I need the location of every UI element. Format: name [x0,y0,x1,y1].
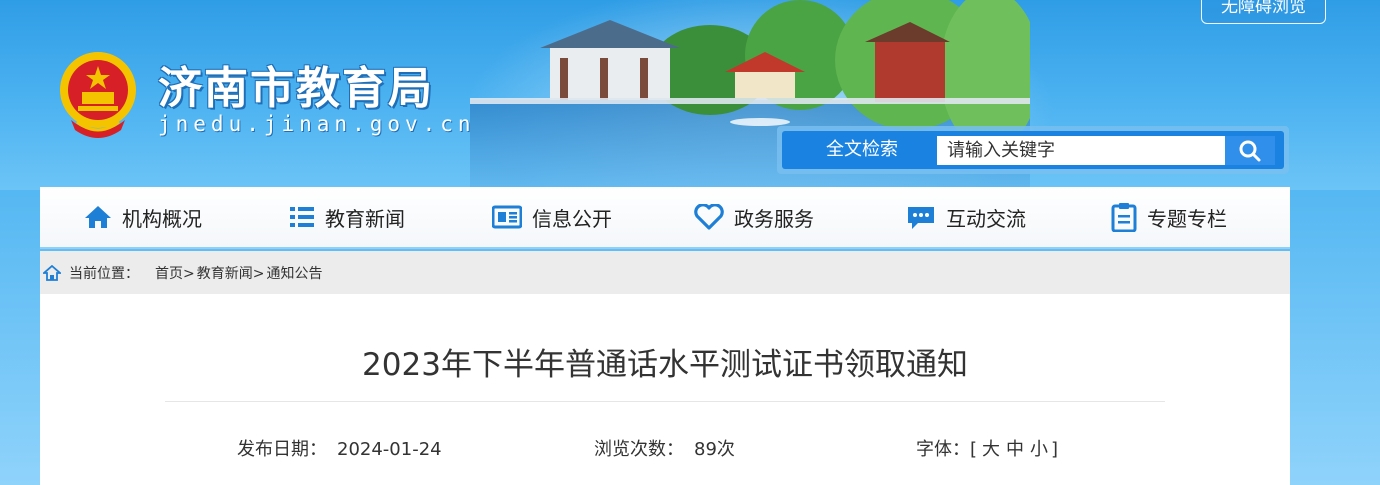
nav-item-label: 政务服务 [734,206,814,231]
font-small-button[interactable]: 小 [1030,439,1048,460]
article-content: 2023年下半年普通话水平测试证书领取通知 发布日期： 2024-01-24 浏览… [40,294,1290,485]
breadcrumb-notice-link[interactable]: 通知公告 [266,263,322,283]
breadcrumb-label: 当前位置： [69,265,139,282]
site-domain: jnedu.jinan.gov.cn [158,112,476,136]
font-large-button[interactable]: 大 [982,439,1000,460]
heart-icon [694,204,724,230]
nav-item-special-topics[interactable]: 专题专栏 [1111,187,1227,247]
search-label: 全文检索 [826,139,898,160]
nav-item-label: 信息公开 [532,206,612,231]
nav-item-interaction[interactable]: 互动交流 [906,187,1026,247]
nav-item-label: 教育新闻 [325,206,405,231]
bracket-open: [ [970,439,978,460]
font-size-label: 字体： [916,439,970,460]
main-nav: 机构概况 教育新闻 信息公开 政务服务 互动交流 专题专栏 [40,187,1290,249]
breadcrumb-news-link[interactable]: 教育新闻> [197,263,265,283]
accessible-browsing-button[interactable]: 无障碍浏览 [1201,0,1326,24]
site-name: 济南市教育局 [158,63,434,114]
font-medium-button[interactable]: 中 [1006,439,1024,460]
publish-date-value: 2024-01-24 [337,439,442,460]
list-icon [290,207,314,227]
search-input[interactable] [937,136,1227,165]
view-count: 浏览次数： 89次 [594,435,735,461]
clipboard-icon [1111,203,1137,232]
bracket-close: ] [1051,439,1059,460]
article-title: 2023年下半年普通话水平测试证书领取通知 [362,347,968,383]
breadcrumb-home-link[interactable]: 首页> [155,263,195,283]
search-box: 全文检索 [777,126,1289,174]
nav-item-organization[interactable]: 机构概况 [84,187,202,247]
nav-item-education-news[interactable]: 教育新闻 [289,187,405,247]
nav-item-label: 专题专栏 [1147,206,1227,231]
search-bar: 全文检索 [782,131,1284,169]
view-count-label: 浏览次数： [594,439,684,460]
header-banner: 无障碍浏览 济南市教育局 jnedu.jinan.gov.cn 全文检索 [0,0,1380,190]
publish-date-label: 发布日期： [237,439,327,460]
national-emblem-icon [60,52,136,138]
nav-item-label: 互动交流 [946,206,1026,231]
breadcrumb: 当前位置： 首页> 教育新闻> 通知公告 [40,251,1290,294]
view-count-value: 89次 [694,439,735,460]
search-icon [1239,140,1261,161]
home-icon [43,264,61,281]
chat-icon [908,207,934,229]
search-button[interactable] [1225,136,1275,165]
nav-item-government-services[interactable]: 政务服务 [694,187,814,247]
publish-date: 发布日期： 2024-01-24 [237,435,442,461]
font-size-controls: 字体：[大中小] [916,435,1058,461]
nav-item-info-disclosure[interactable]: 信息公开 [492,187,612,247]
newspaper-icon [492,205,522,229]
nav-item-label: 机构概况 [122,206,202,231]
home-icon [85,206,111,228]
divider [165,401,1165,402]
